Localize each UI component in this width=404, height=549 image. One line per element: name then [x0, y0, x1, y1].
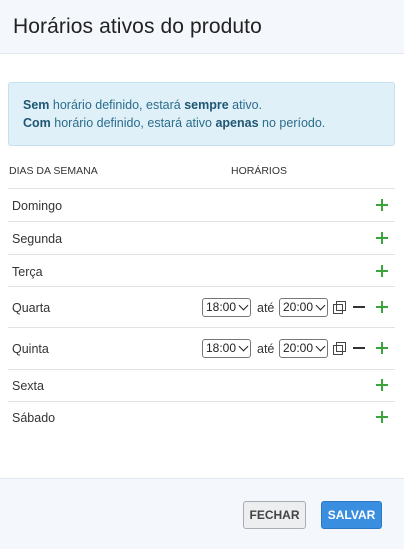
column-header-times: HORÁRIOS: [231, 165, 288, 177]
table-row-domingo: Domingo: [8, 188, 395, 221]
end-time-select[interactable]: 20:00: [279, 339, 328, 358]
chevron-down-icon: [315, 341, 326, 352]
minus-icon[interactable]: [353, 341, 365, 355]
day-label: Sexta: [12, 379, 44, 393]
table-header: DIAS DA SEMANA HORÁRIOS: [0, 163, 404, 183]
table-row-sabado: Sábado: [8, 401, 395, 434]
info-line-1: Sem horário definido, estará sempre ativ…: [23, 96, 394, 114]
chevron-down-icon: [238, 300, 249, 311]
end-time-select[interactable]: 20:00: [279, 298, 328, 317]
save-button[interactable]: SALVAR: [321, 501, 382, 529]
modal-header: Horários ativos do produto: [0, 0, 404, 54]
plus-icon[interactable]: [375, 264, 389, 278]
day-label: Sábado: [12, 411, 56, 425]
copy-icon[interactable]: [333, 301, 346, 314]
copy-icon[interactable]: [333, 342, 346, 355]
column-header-days: DIAS DA SEMANA: [9, 165, 98, 177]
plus-icon[interactable]: [375, 300, 389, 314]
day-label: Quinta: [12, 342, 49, 356]
time-separator: até: [257, 342, 275, 356]
info-strong-sem: Sem: [23, 98, 50, 112]
table-row-terca: Terça: [8, 254, 395, 286]
time-separator: até: [257, 301, 275, 315]
day-label: Domingo: [12, 199, 63, 213]
table-row-quarta: Quarta 18:00 até 20:00: [8, 286, 395, 327]
chevron-down-icon: [238, 341, 249, 352]
start-time-value: 18:00: [206, 341, 237, 355]
info-text: ativo.: [228, 98, 263, 112]
info-text: no período.: [258, 116, 326, 130]
info-strong-sempre: sempre: [184, 98, 229, 112]
plus-icon[interactable]: [375, 410, 389, 424]
modal-footer: FECHAR SALVAR: [0, 478, 404, 549]
info-strong-apenas: apenas: [215, 116, 259, 130]
end-time-value: 20:00: [283, 300, 314, 314]
info-text: horário definido, estará ativo: [50, 116, 216, 130]
plus-icon[interactable]: [375, 231, 389, 245]
start-time-select[interactable]: 18:00: [202, 298, 251, 317]
info-text: horário definido, estará: [49, 98, 185, 112]
plus-icon[interactable]: [375, 378, 389, 392]
table-row-quinta: Quinta 18:00 até 20:00: [8, 327, 395, 369]
table-row-sexta: Sexta: [8, 369, 395, 401]
plus-icon[interactable]: [375, 341, 389, 355]
plus-icon[interactable]: [375, 198, 389, 212]
minus-icon[interactable]: [353, 300, 365, 314]
day-label: Quarta: [12, 301, 51, 315]
modal-title: Horários ativos do produto: [13, 15, 262, 38]
start-time-select[interactable]: 18:00: [202, 339, 251, 358]
day-label: Segunda: [12, 232, 63, 246]
info-strong-com: Com: [23, 116, 51, 130]
day-label: Terça: [12, 265, 43, 279]
chevron-down-icon: [315, 300, 326, 311]
end-time-value: 20:00: [283, 341, 314, 355]
close-button[interactable]: FECHAR: [243, 501, 306, 529]
table-row-segunda: Segunda: [8, 221, 395, 254]
schedule-modal: Horários ativos do produto Sem horário d…: [0, 0, 404, 549]
info-alert: Sem horário definido, estará sempre ativ…: [8, 82, 395, 146]
info-line-2: Com horário definido, estará ativo apena…: [23, 114, 394, 132]
start-time-value: 18:00: [206, 300, 237, 314]
